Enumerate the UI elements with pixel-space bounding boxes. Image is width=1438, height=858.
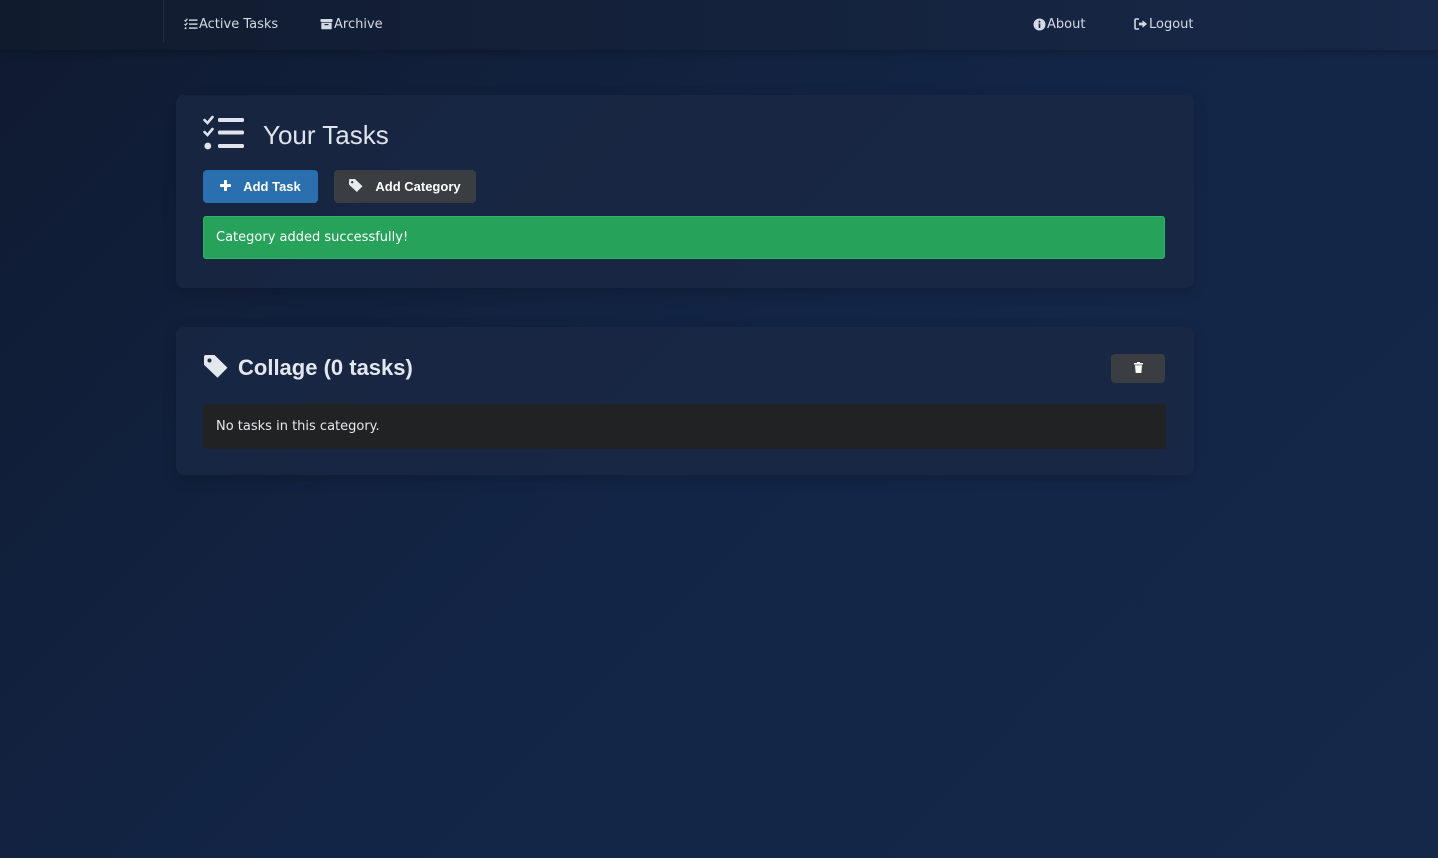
nav-label-archive: Archive bbox=[334, 16, 383, 32]
list-check-icon bbox=[203, 115, 245, 155]
alert-message: Category added successfully! bbox=[216, 230, 409, 245]
success-alert: Category added successfully! bbox=[203, 216, 1165, 259]
add-task-label: Add Task bbox=[243, 179, 301, 194]
empty-category-message: No tasks in this category. bbox=[216, 419, 380, 434]
delete-category-button[interactable] bbox=[1111, 354, 1165, 383]
nav-link-about[interactable]: About bbox=[1033, 14, 1085, 34]
nav-divider bbox=[163, 0, 164, 42]
category-card: Collage (0 tasks) No tasks in this categ… bbox=[176, 327, 1194, 475]
sign-out-icon bbox=[1134, 18, 1148, 30]
tag-icon bbox=[204, 354, 228, 382]
tag-icon bbox=[349, 178, 363, 195]
archive-box-icon bbox=[320, 18, 333, 30]
info-circle-icon bbox=[1033, 18, 1046, 31]
top-navbar: Active Tasks Archive About Logout bbox=[0, 0, 1438, 50]
nav-label-active-tasks: Active Tasks bbox=[199, 16, 279, 32]
list-check-icon bbox=[184, 18, 198, 30]
empty-category-message-box: No tasks in this category. bbox=[203, 404, 1166, 449]
add-task-button[interactable]: Add Task bbox=[203, 170, 318, 203]
plus-icon bbox=[220, 179, 232, 194]
add-category-button[interactable]: Add Category bbox=[334, 170, 476, 203]
nav-label-about: About bbox=[1047, 16, 1086, 32]
trash-icon bbox=[1133, 361, 1143, 376]
category-header: Collage (0 tasks) bbox=[204, 353, 413, 383]
nav-link-logout[interactable]: Logout bbox=[1134, 14, 1194, 34]
category-title: Collage (0 tasks) bbox=[238, 355, 413, 380]
page-title: Your Tasks bbox=[203, 115, 389, 155]
tasks-card: Your Tasks Add Task Add Category Categor… bbox=[176, 95, 1194, 288]
nav-link-archive[interactable]: Archive bbox=[320, 14, 383, 34]
nav-link-active-tasks[interactable]: Active Tasks bbox=[184, 14, 278, 34]
add-category-label: Add Category bbox=[375, 179, 461, 194]
page-title-text: Your Tasks bbox=[263, 119, 389, 150]
nav-label-logout: Logout bbox=[1149, 16, 1194, 32]
